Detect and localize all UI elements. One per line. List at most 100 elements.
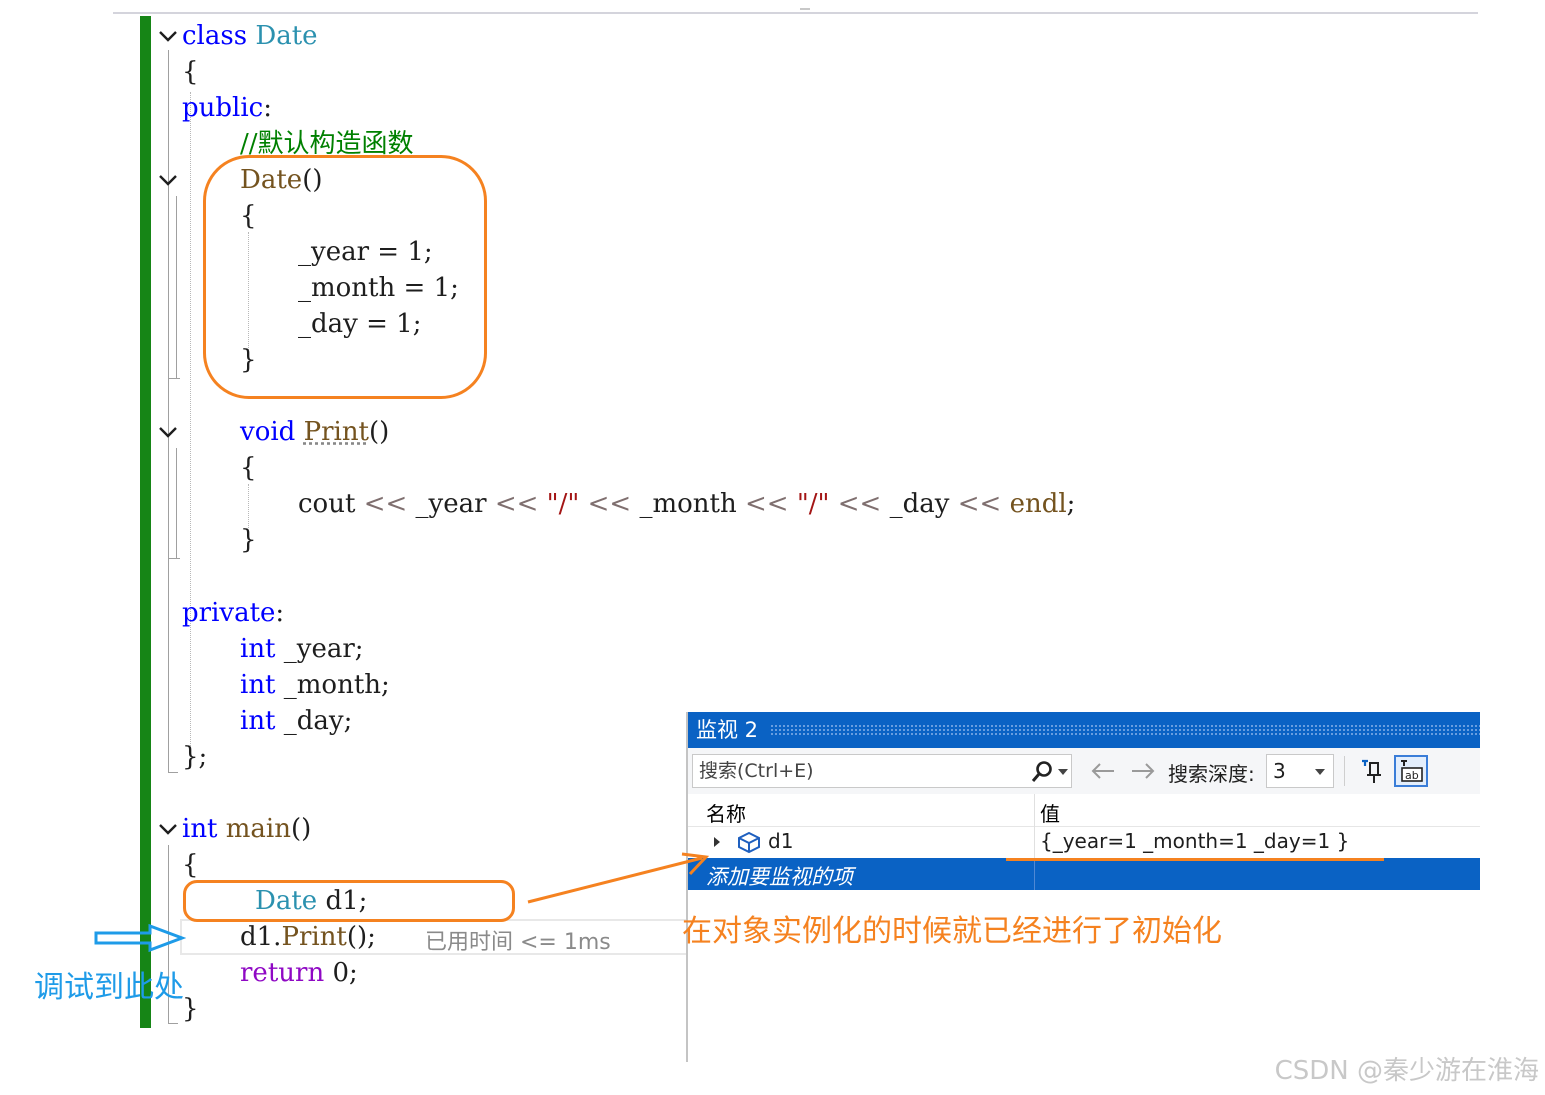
code-line-open-brace[interactable]: {: [182, 54, 199, 90]
type-name: Date: [255, 21, 318, 51]
watch-search-box[interactable]: [692, 754, 1072, 788]
collapse-chevron-icon[interactable]: [157, 421, 179, 443]
member-var: _day;: [283, 706, 353, 736]
watch-window[interactable]: 监视 2 搜索深度: 3: [686, 712, 1480, 1062]
annotation-arrow-icon: [527, 852, 710, 904]
title-grip[interactable]: [770, 724, 1480, 736]
text-view-icon: ab: [1401, 760, 1423, 782]
add-watch-placeholder[interactable]: 添加要监视的项: [706, 861, 853, 891]
column-splitter: [1034, 858, 1035, 890]
keyword: public: [182, 93, 264, 123]
punctuation: ;: [1066, 489, 1076, 519]
collapse-chevron-icon[interactable]: [157, 818, 179, 840]
code-line-return[interactable]: return 0;: [240, 955, 358, 991]
watch-item-name: d1: [768, 829, 794, 853]
column-header-value[interactable]: 值: [1040, 798, 1060, 827]
search-icon[interactable]: [1029, 759, 1055, 785]
view-as-text-button[interactable]: ab: [1394, 755, 1428, 787]
elapsed-time-hint: 已用时间 <= 1ms: [425, 930, 611, 955]
editor-top-marker: [800, 8, 810, 10]
call-punctuation: ();: [346, 922, 376, 952]
code-line-print-close[interactable]: }: [240, 522, 257, 558]
stream-operator: <<: [494, 489, 539, 519]
search-depth-label: 搜索深度:: [1168, 762, 1255, 786]
member-var: _day: [889, 489, 950, 519]
watch-title-bar[interactable]: 监视 2: [688, 712, 1480, 748]
column-header-name[interactable]: 名称: [706, 798, 746, 827]
editor-top-border: [113, 12, 1478, 14]
keyword: void: [240, 417, 296, 447]
stream-operator: <<: [363, 489, 408, 519]
code-line-class-close[interactable]: };: [182, 739, 207, 775]
keyword: int: [182, 814, 218, 844]
code-line-int-year[interactable]: int _year;: [240, 631, 364, 667]
member-var: _month: [639, 489, 737, 519]
fold-tick-ctor-end: [168, 378, 180, 379]
code-line-main[interactable]: int main(): [182, 811, 311, 847]
code-line-private[interactable]: private:: [182, 595, 284, 631]
code-line-cout[interactable]: cout << _year << "/" << _month << "/" <<…: [298, 486, 1075, 522]
stream-operator: <<: [587, 489, 632, 519]
code-line-print-decl[interactable]: void Print(): [240, 414, 389, 450]
expand-arrow-icon[interactable]: [714, 837, 720, 847]
watch-toolbar: 搜索深度: 3 ab: [688, 748, 1480, 795]
member-var: _year: [415, 489, 487, 519]
pin-icon[interactable]: [1356, 755, 1390, 787]
code-line-main-close[interactable]: }: [182, 991, 199, 1027]
search-previous-icon[interactable]: [1088, 756, 1118, 786]
code-line-print-call[interactable]: d1.Print();: [240, 919, 376, 955]
ctor-highlight-box: [203, 155, 487, 399]
cout-token: cout: [298, 489, 356, 519]
return-value: 0;: [324, 958, 358, 988]
collapse-chevron-icon[interactable]: [157, 25, 179, 47]
watch-item-value[interactable]: {_year=1 _month=1 _day=1 }: [1040, 829, 1349, 853]
keyword: private: [182, 598, 276, 628]
chevron-down-icon: [1315, 769, 1325, 775]
code-line-int-day[interactable]: int _day;: [240, 703, 352, 739]
watch-column-headers: 名称 值: [688, 794, 1480, 827]
function-name: Print: [303, 417, 370, 447]
watermark: CSDN @秦少游在淮海: [1274, 1056, 1539, 1086]
code-line-public[interactable]: public:: [182, 90, 272, 126]
string-literal: "/": [546, 489, 580, 519]
code-line-int-month[interactable]: int _month;: [240, 667, 390, 703]
keyword: int: [240, 706, 276, 736]
stream-operator: <<: [957, 489, 1002, 519]
keyword: return: [240, 958, 325, 988]
member-var: _month;: [283, 670, 390, 700]
member-var: _year;: [283, 634, 364, 664]
search-depth-select[interactable]: 3: [1266, 754, 1334, 788]
function-name: main: [225, 814, 291, 844]
stream-operator: <<: [837, 489, 882, 519]
stream-operator: <<: [744, 489, 789, 519]
object-name: d1.: [240, 922, 282, 952]
punctuation: :: [275, 598, 285, 628]
collapse-chevron-icon[interactable]: [157, 169, 179, 191]
endl-token: endl: [1009, 489, 1067, 519]
function-name: Print: [281, 922, 347, 952]
string-literal: "/": [796, 489, 830, 519]
fold-line-ctor: [176, 196, 177, 378]
code-line-print-open[interactable]: {: [240, 450, 257, 486]
svg-text:ab: ab: [1405, 769, 1419, 782]
fold-tick-class-end: [168, 772, 178, 773]
fold-tick-print-end: [168, 558, 180, 559]
keyword: class: [182, 21, 248, 51]
debug-location-note: 调试到此处: [34, 970, 184, 1005]
fold-tick-main-end: [168, 1023, 178, 1024]
object-cube-icon: [738, 831, 760, 854]
fold-line-print: [176, 448, 177, 558]
code-line-class[interactable]: class Date: [182, 18, 318, 54]
punctuation: (): [291, 814, 312, 844]
search-options-chevron-icon[interactable]: [1058, 769, 1068, 775]
add-watch-row[interactable]: 添加要监视的项: [688, 858, 1480, 890]
initialization-note: 在对象实例化的时候就已经进行了初始化: [682, 914, 1222, 949]
indent-guide-class: [190, 92, 191, 752]
debug-arrow-icon: [94, 924, 186, 952]
change-tracking-bar: [140, 16, 151, 1028]
code-line-main-open[interactable]: {: [182, 847, 199, 883]
fold-line-class: [168, 50, 169, 772]
watch-search-input[interactable]: [699, 757, 1019, 785]
search-next-icon[interactable]: [1128, 756, 1158, 786]
watch-row[interactable]: d1 {_year=1 _month=1 _day=1 }: [688, 826, 1480, 858]
